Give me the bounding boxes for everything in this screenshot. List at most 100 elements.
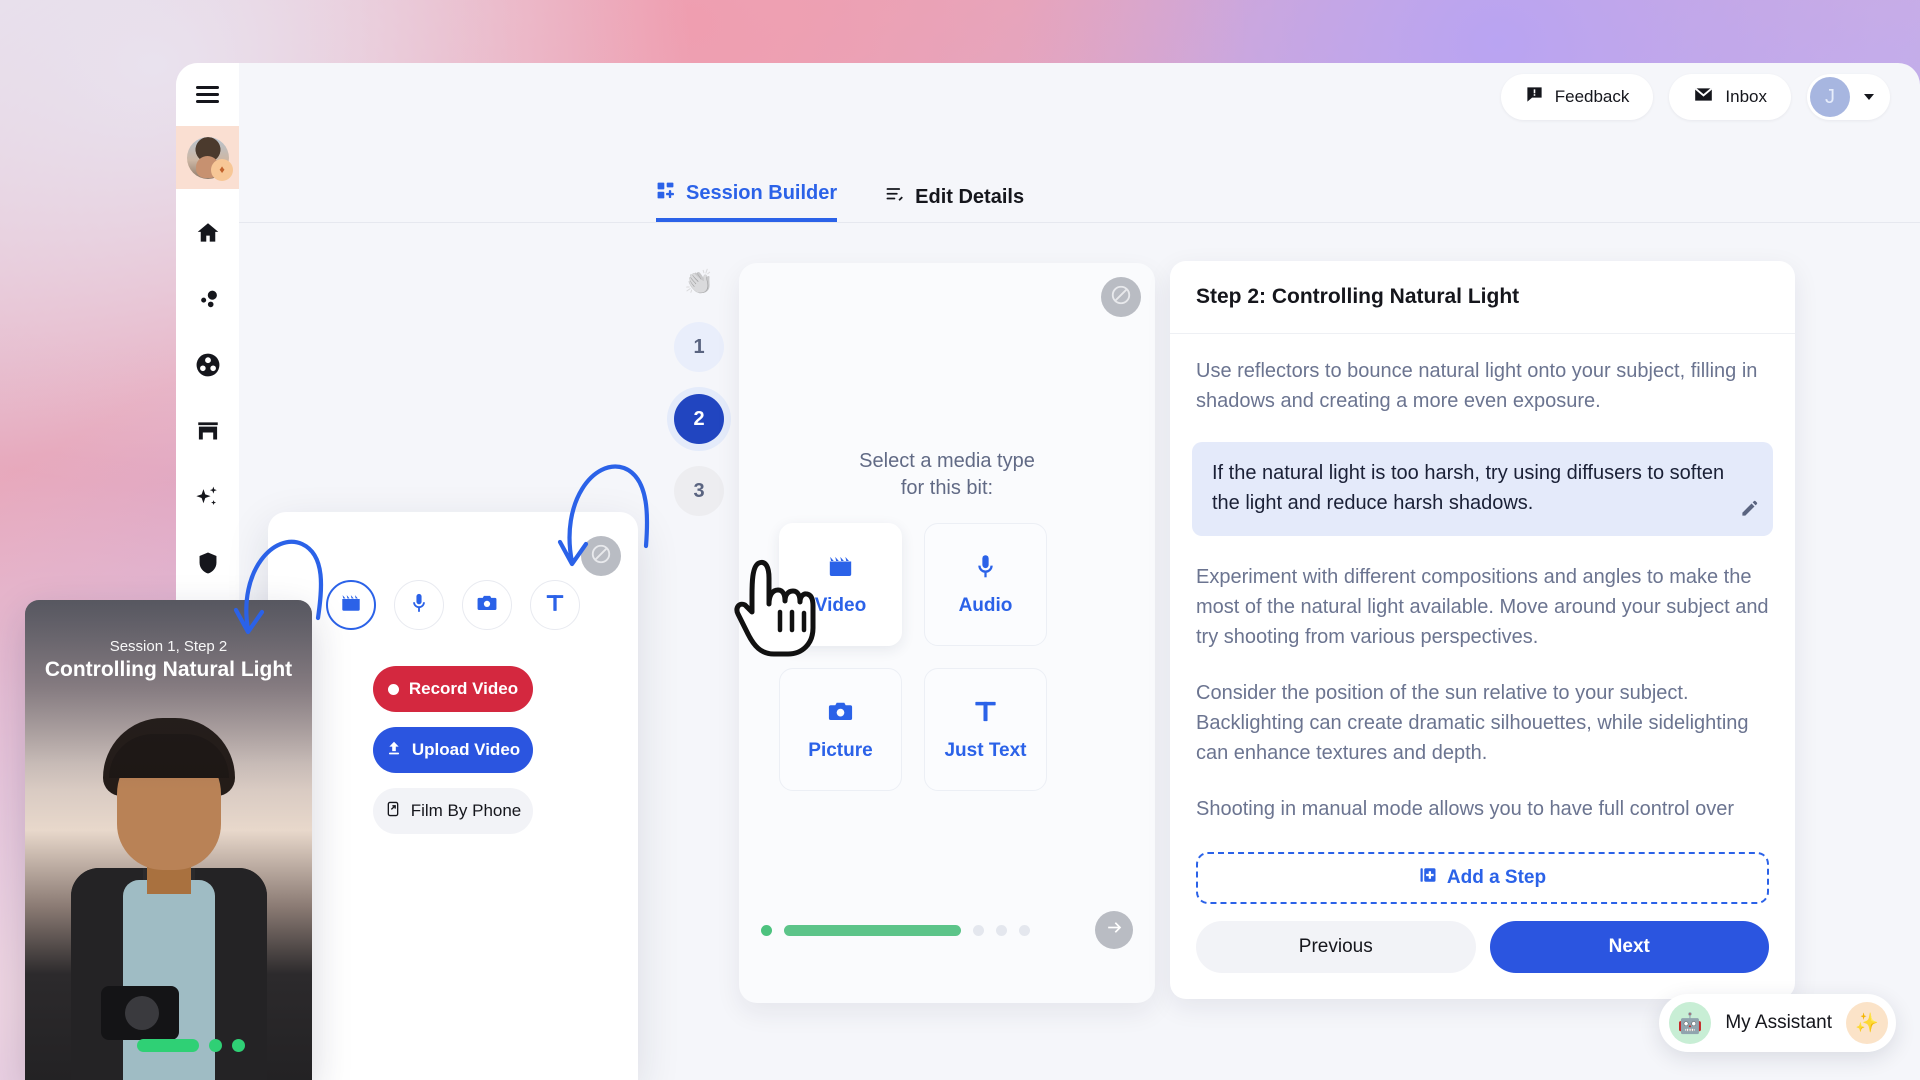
grid-plus-icon xyxy=(656,181,675,206)
chevron-down-icon xyxy=(1864,94,1874,100)
preview-caption: Session 1, Step 2 Controlling Natural Li… xyxy=(25,638,312,682)
media-mode-icons xyxy=(268,512,638,630)
step-paragraph: Shooting in manual mode allows you to ha… xyxy=(1196,798,1735,820)
nodes-icon xyxy=(195,286,221,317)
step-rail: 👏 1 2 3 xyxy=(666,268,732,538)
pencil-icon[interactable] xyxy=(1740,497,1759,527)
hide-record-card-button[interactable] xyxy=(581,536,621,576)
preview-progress-dot xyxy=(232,1039,245,1052)
add-page-icon xyxy=(1419,866,1437,890)
sidebar-item-home[interactable] xyxy=(176,203,239,267)
clapperboard-icon xyxy=(827,553,854,586)
progress-bar-fill xyxy=(784,924,961,936)
assistant-label: My Assistant xyxy=(1725,1012,1832,1033)
progress-dot xyxy=(761,924,772,936)
eye-off-icon xyxy=(1110,284,1132,311)
step-indicator-2[interactable]: 2 xyxy=(674,394,724,444)
media-tile-label: Just Text xyxy=(944,739,1027,761)
inbox-label: Inbox xyxy=(1725,87,1767,106)
film-by-phone-button[interactable]: Film By Phone xyxy=(373,788,533,834)
record-options-card: Record Video Upload Video Film By Phone xyxy=(268,512,638,1080)
text-t-icon xyxy=(972,698,999,731)
step-paragraph: Use reflectors to bounce natural light o… xyxy=(1196,360,1758,412)
step-paragraph: Experiment with different compositions a… xyxy=(1196,566,1769,648)
step-content: Use reflectors to bounce natural light o… xyxy=(1170,334,1795,852)
next-button[interactable]: Next xyxy=(1489,921,1769,973)
mode-video-button[interactable] xyxy=(326,580,376,630)
upload-icon xyxy=(386,740,402,761)
sidebar-item-explore[interactable] xyxy=(176,269,239,333)
sidebar-item-marketplace[interactable] xyxy=(176,401,239,465)
sidebar-nav xyxy=(176,203,239,597)
media-prompt-line1: Select a media type xyxy=(859,450,1035,472)
sidebar-item-ai[interactable] xyxy=(176,467,239,531)
upload-video-label: Upload Video xyxy=(411,740,521,759)
record-action-list: Record Video Upload Video Film By Phone xyxy=(268,666,638,834)
upload-video-button[interactable]: Upload Video xyxy=(373,727,533,773)
top-bar: Feedback Inbox J xyxy=(239,63,1920,131)
clapping-hands-icon: 👏 xyxy=(684,269,714,296)
diamond-badge-icon: ♦ xyxy=(211,159,233,181)
sparkle-icon[interactable]: ✨ xyxy=(1846,1002,1888,1044)
camera-prop-shape xyxy=(100,986,179,1040)
step-card-footer: Add a Step Previous Next xyxy=(1170,852,1795,999)
media-prompt: Select a media type for this bit: xyxy=(739,448,1155,502)
hamburger-menu-button[interactable] xyxy=(176,63,239,126)
media-tile-picture[interactable]: Picture xyxy=(779,668,902,791)
tab-label: Edit Details xyxy=(915,186,1025,208)
camera-icon xyxy=(827,698,854,731)
preview-progress xyxy=(137,1039,245,1052)
media-tile-audio[interactable]: Audio xyxy=(924,523,1047,646)
sidebar-item-security[interactable] xyxy=(176,533,239,597)
phone-share-icon xyxy=(385,801,401,822)
feedback-button[interactable]: Feedback xyxy=(1500,74,1654,120)
edit-lines-icon xyxy=(885,185,904,210)
step-indicator-3[interactable]: 3 xyxy=(674,466,724,516)
next-bit-button[interactable] xyxy=(1095,911,1133,949)
add-step-label: Add a Step xyxy=(1446,867,1547,888)
step-paragraph-highlighted[interactable]: If the natural light is too harsh, try u… xyxy=(1192,442,1773,536)
video-preview-card[interactable]: Session 1, Step 2 Controlling Natural Li… xyxy=(25,600,312,1080)
preview-title: Controlling Natural Light xyxy=(44,658,293,681)
step-detail-card: Step 2: Controlling Natural Light Use re… xyxy=(1170,261,1795,999)
media-tile-just-text[interactable]: Just Text xyxy=(924,668,1047,791)
media-tile-label: Picture xyxy=(808,739,873,761)
media-tile-label: Audio xyxy=(958,594,1013,616)
mode-picture-button[interactable] xyxy=(462,580,512,630)
user-menu[interactable]: J xyxy=(1807,74,1890,120)
step-indicator-1[interactable]: 1 xyxy=(674,322,724,372)
envelope-icon xyxy=(1693,84,1714,110)
step-title: Step 2: Controlling Natural Light xyxy=(1170,261,1795,334)
microphone-icon xyxy=(408,592,430,619)
sidebar-item-community[interactable] xyxy=(176,335,239,399)
sidebar-avatar[interactable]: ♦ xyxy=(176,126,239,189)
progress-dot xyxy=(973,924,984,936)
tab-edit-details[interactable]: Edit Details xyxy=(885,185,1024,222)
hide-panel-button[interactable] xyxy=(1101,277,1141,317)
feedback-message-icon xyxy=(1525,85,1544,109)
eye-off-icon xyxy=(590,543,612,570)
mode-audio-button[interactable] xyxy=(394,580,444,630)
home-icon xyxy=(195,220,221,251)
my-assistant-widget[interactable]: 🤖 My Assistant ✨ xyxy=(1659,994,1896,1052)
film-by-phone-label: Film By Phone xyxy=(410,801,522,820)
avatar: J xyxy=(1810,77,1850,117)
record-video-button[interactable]: Record Video xyxy=(373,666,533,712)
feedback-label: Feedback xyxy=(1554,87,1630,106)
record-dot-icon xyxy=(387,683,399,695)
text-t-icon xyxy=(544,592,566,619)
hand-cursor xyxy=(734,559,816,657)
media-tile-label: Video xyxy=(814,594,867,616)
step-nav-buttons: Previous Next xyxy=(1196,921,1769,973)
previous-button[interactable]: Previous xyxy=(1196,921,1476,973)
progress-dot xyxy=(1019,924,1030,936)
tab-bar: Session Builder Edit Details xyxy=(239,173,1920,223)
mode-text-button[interactable] xyxy=(530,580,580,630)
tab-session-builder[interactable]: Session Builder xyxy=(656,181,838,222)
inbox-button[interactable]: Inbox xyxy=(1669,74,1791,120)
store-icon xyxy=(195,418,221,449)
add-step-button[interactable]: Add a Step xyxy=(1196,852,1769,904)
hamburger-icon xyxy=(196,82,219,107)
preview-progress-dot xyxy=(209,1039,222,1052)
preview-progress-fill xyxy=(137,1039,199,1052)
